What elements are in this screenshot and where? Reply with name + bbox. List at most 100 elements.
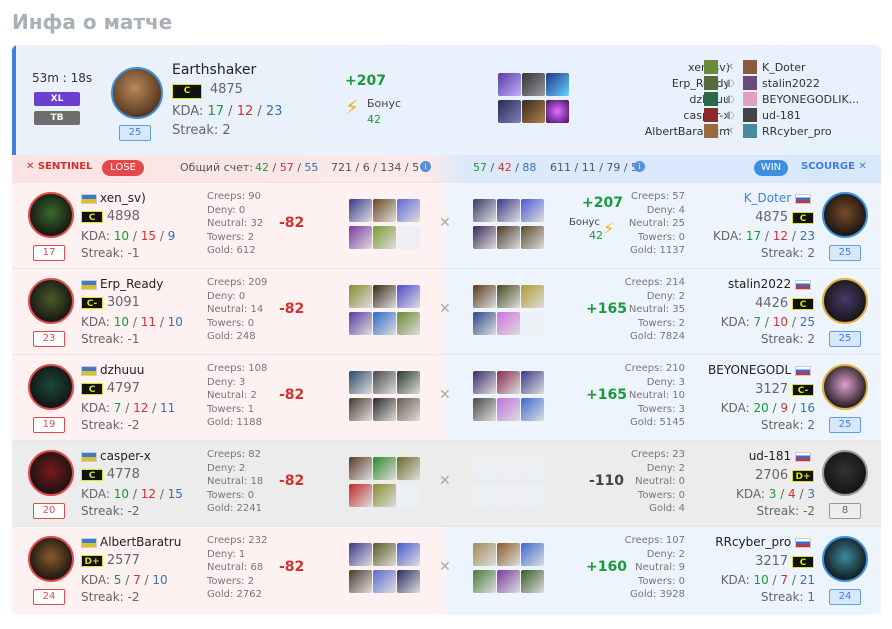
- item-icon[interactable]: [546, 73, 569, 96]
- item-icon[interactable]: [373, 285, 396, 308]
- item-icon[interactable]: [497, 285, 520, 308]
- kills: 17: [207, 104, 225, 119]
- empty-item-slot: [497, 484, 520, 507]
- item-icon[interactable]: [397, 543, 420, 566]
- scourge-player[interactable]: BEYONEGODLIK...: [762, 92, 867, 108]
- item-icon[interactable]: [349, 371, 372, 394]
- item-icon[interactable]: [522, 100, 545, 123]
- player-name[interactable]: xen_sv): [81, 191, 146, 205]
- item-icon[interactable]: [397, 199, 420, 222]
- item-icon[interactable]: [473, 570, 496, 593]
- versus-swords-icon: ✕: [439, 559, 451, 575]
- player-name[interactable]: AlbertBaratru: [81, 535, 181, 549]
- item-icon[interactable]: [349, 543, 372, 566]
- item-icon[interactable]: [373, 312, 396, 335]
- item-icon[interactable]: [497, 371, 520, 394]
- item-icon[interactable]: [373, 199, 396, 222]
- rank-badge: C: [792, 556, 814, 568]
- hero-avatar[interactable]: [822, 364, 868, 410]
- player-name[interactable]: Erp_Ready: [81, 277, 163, 291]
- item-icon[interactable]: [521, 543, 544, 566]
- item-icon[interactable]: [349, 312, 372, 335]
- info-icon[interactable]: i: [634, 161, 645, 172]
- hero-avatar[interactable]: [28, 536, 74, 582]
- player-name[interactable]: casper-x: [81, 449, 151, 463]
- item-icon[interactable]: [397, 457, 420, 480]
- scourge-player[interactable]: ud-181: [762, 108, 867, 124]
- item-icon[interactable]: [349, 285, 372, 308]
- item-icon[interactable]: [373, 371, 396, 394]
- item-icon[interactable]: [349, 398, 372, 421]
- item-icon[interactable]: [521, 398, 544, 421]
- item-icon[interactable]: [397, 285, 420, 308]
- player-name[interactable]: ud-181: [697, 449, 814, 463]
- hero-level: 23: [33, 331, 65, 347]
- item-icon[interactable]: [497, 570, 520, 593]
- item-icon[interactable]: [473, 312, 496, 335]
- item-icon[interactable]: [498, 100, 521, 123]
- hero-avatar[interactable]: [28, 450, 74, 496]
- item-icon[interactable]: [349, 570, 372, 593]
- scourge-player[interactable]: stalin2022: [762, 76, 867, 92]
- player-name[interactable]: BEYONEGODL: [697, 363, 814, 377]
- header-mmr: 4875: [209, 82, 243, 97]
- item-icon[interactable]: [349, 199, 372, 222]
- item-icon[interactable]: [349, 457, 372, 480]
- item-icon[interactable]: [522, 73, 545, 96]
- item-icon[interactable]: [373, 457, 396, 480]
- item-icon[interactable]: [373, 484, 396, 507]
- item-icon[interactable]: [521, 371, 544, 394]
- hero-avatar[interactable]: [822, 278, 868, 324]
- item-icon[interactable]: [397, 312, 420, 335]
- hero-avatar[interactable]: [28, 364, 74, 410]
- hero-avatar[interactable]: [822, 450, 868, 496]
- hero-avatar[interactable]: [822, 536, 868, 582]
- item-icon[interactable]: [473, 285, 496, 308]
- item-icon[interactable]: [497, 226, 520, 249]
- item-icon[interactable]: [497, 199, 520, 222]
- item-icon[interactable]: [521, 199, 544, 222]
- player-name[interactable]: RRcyber_pro: [697, 535, 814, 549]
- item-icon[interactable]: [546, 100, 569, 123]
- item-icon[interactable]: [349, 484, 372, 507]
- hero-avatar[interactable]: [28, 278, 74, 324]
- item-icon[interactable]: [397, 570, 420, 593]
- item-icon[interactable]: [473, 226, 496, 249]
- player-streak: Streak: -2: [81, 590, 140, 604]
- scourge-player[interactable]: RRcyber_pro: [762, 124, 867, 140]
- hero-avatar-earthshaker[interactable]: [111, 67, 163, 119]
- item-icon[interactable]: [397, 371, 420, 394]
- mmr-delta: -82: [279, 301, 305, 317]
- item-icon[interactable]: [473, 398, 496, 421]
- hero-avatar[interactable]: [28, 192, 74, 238]
- player-name[interactable]: dzhuuu: [81, 363, 144, 377]
- item-icon[interactable]: [473, 371, 496, 394]
- hero-avatar[interactable]: [822, 192, 868, 238]
- item-icon[interactable]: [497, 398, 520, 421]
- player-name[interactable]: stalin2022: [697, 277, 814, 291]
- scourge-total-kda: 57 / 42 / 88: [473, 161, 537, 174]
- item-icon[interactable]: [373, 226, 396, 249]
- item-icon[interactable]: [497, 312, 520, 335]
- item-icon[interactable]: [473, 199, 496, 222]
- item-icon[interactable]: [521, 285, 544, 308]
- sentinel-hero-icons: [704, 60, 718, 138]
- item-icon[interactable]: [498, 73, 521, 96]
- scourge-player[interactable]: K_Doter: [762, 60, 867, 76]
- rank-mmr: 3217 C: [697, 554, 814, 569]
- player-stats: Creeps: 82 Deny: 2 Neutral: 18 Towers: 0 Gol…: [207, 449, 264, 514]
- item-icon[interactable]: [349, 226, 372, 249]
- item-icon[interactable]: [521, 226, 544, 249]
- item-icon[interactable]: [373, 398, 396, 421]
- item-icon[interactable]: [373, 543, 396, 566]
- player-row: 24 AlbertBaratru D+ 2577 KDA: 5 / 7 / 10…: [12, 526, 881, 613]
- item-icon[interactable]: [373, 570, 396, 593]
- item-icon[interactable]: [397, 398, 420, 421]
- item-icon[interactable]: [497, 543, 520, 566]
- item-icon[interactable]: [521, 570, 544, 593]
- item-icon[interactable]: [473, 543, 496, 566]
- swords-icon: ✕: [725, 126, 735, 137]
- info-icon[interactable]: i: [420, 161, 431, 172]
- total-score-label: Общий счет:: [180, 161, 254, 174]
- player-name[interactable]: K_Doter: [697, 191, 814, 205]
